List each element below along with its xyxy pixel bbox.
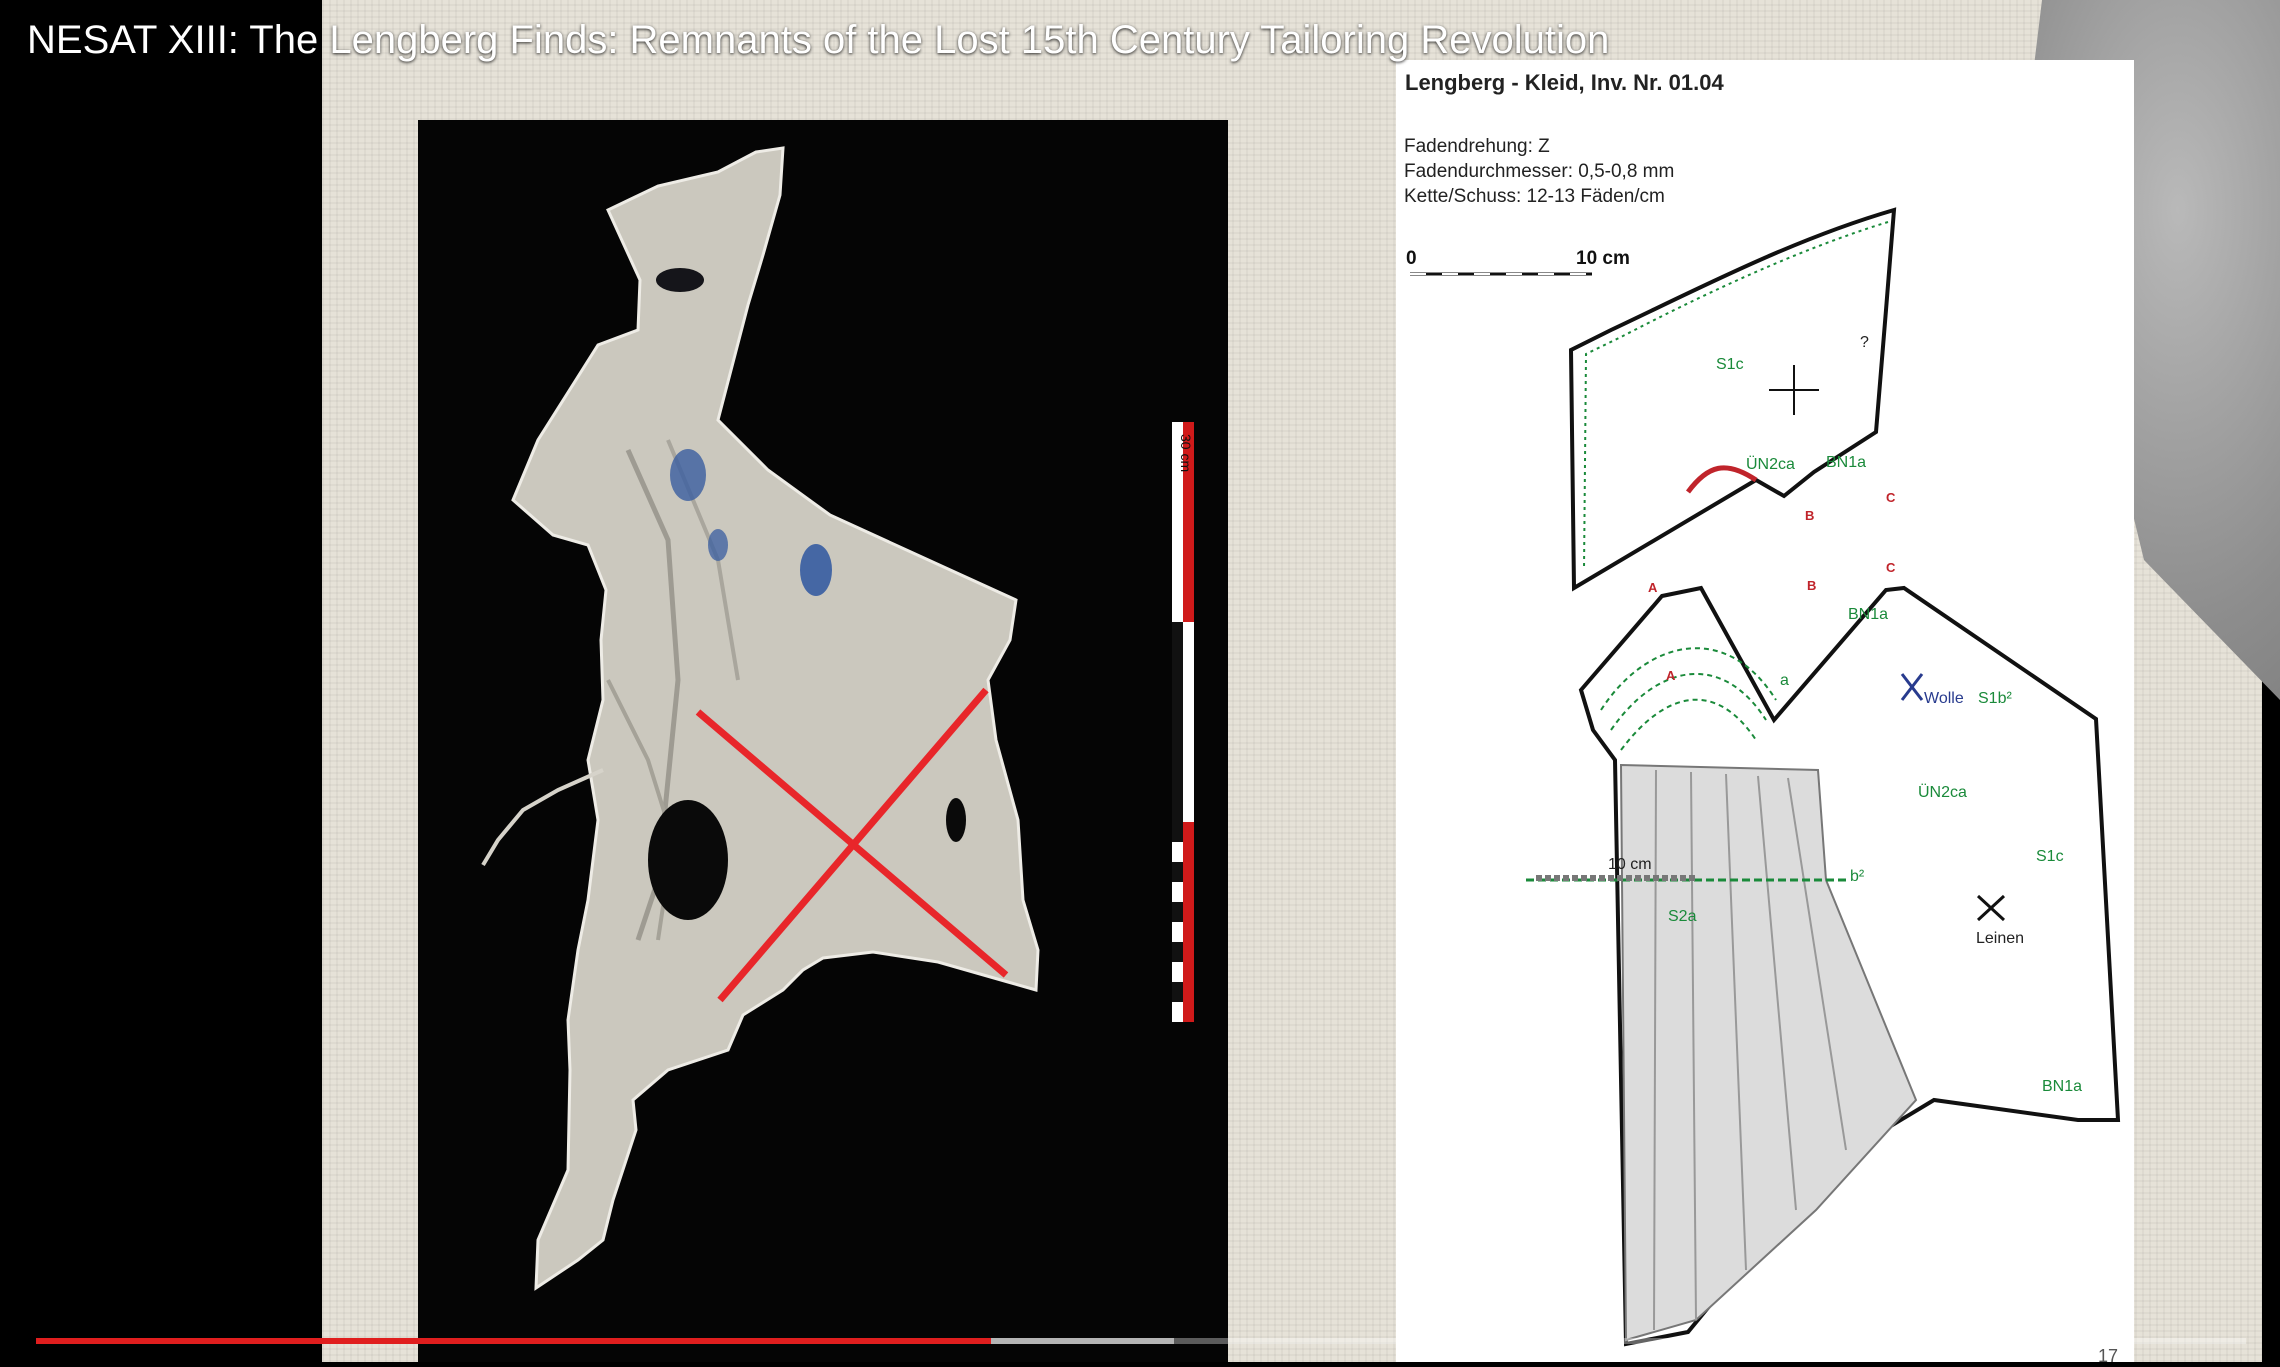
point-b-1: B [1805,508,1815,523]
label-s2a: S2a [1668,908,1697,925]
textile-photo: 30 cm [418,120,1228,1362]
video-player[interactable]: 30 cm NESAT XIII: The Lengberg Finds: Re… [0,0,2280,1366]
label-s1c-right: S1c [2036,848,2064,865]
label-b2: b² [1850,868,1865,885]
spec-line: Fadendurchmesser: 0,5-0,8 mm [1404,161,1675,182]
blue-stain [670,449,706,501]
hole [946,798,966,842]
scale-end-label: 10 cm [1576,248,1630,269]
progress-played [36,1338,991,1344]
label-un2ca-top: ÜN2ca [1746,456,1795,473]
point-a-1: A [1648,580,1658,595]
ruler-label: 30 cm [1178,434,1194,472]
label-leinen: Leinen [1976,930,2025,947]
spec-line: Kette/Schuss: 12-13 Fäden/cm [1404,186,1665,207]
point-a-2: A [1666,668,1676,683]
hole [656,268,704,292]
label-a-small: a [1780,672,1789,689]
hole [648,800,728,920]
label-question: ? [1860,334,1869,351]
point-c-1: C [1886,490,1896,505]
label-bn1a-bottom: BN1a [2042,1078,2083,1095]
point-c-2: C [1886,560,1896,575]
pattern-drawing [1410,207,2121,1347]
pattern-panel [1396,60,2134,1362]
label-un2ca-mid: ÜN2ca [1918,784,1967,801]
video-title[interactable]: NESAT XIII: The Lengberg Finds: Remnants… [27,18,1609,63]
label-s1b: S1b² [1978,690,2012,707]
blue-stain [708,529,728,561]
blue-stain [800,544,832,596]
label-bn1a-top: BN1a [1826,454,1867,471]
spec-line: Fadendrehung: Z [1404,136,1550,157]
point-b-2: B [1807,578,1817,593]
label-s1c-top: S1c [1716,356,1744,373]
loose-thread [481,768,604,867]
label-bn1a-mid: BN1a [1848,606,1889,623]
label-wolle: Wolle [1924,690,1964,707]
textile-photo-drawing: 30 cm [481,146,1194,1291]
pattern-title: Lengberg - Kleid, Inv. Nr. 01.04 [1405,70,1724,95]
slide-number: 17 [2098,1346,2119,1366]
label-ten-cm: 10 cm [1608,856,1652,873]
scale-start-label: 0 [1406,248,1417,269]
scale-ruler: 30 cm [1172,422,1194,1022]
progress-bar[interactable] [36,1338,2246,1344]
